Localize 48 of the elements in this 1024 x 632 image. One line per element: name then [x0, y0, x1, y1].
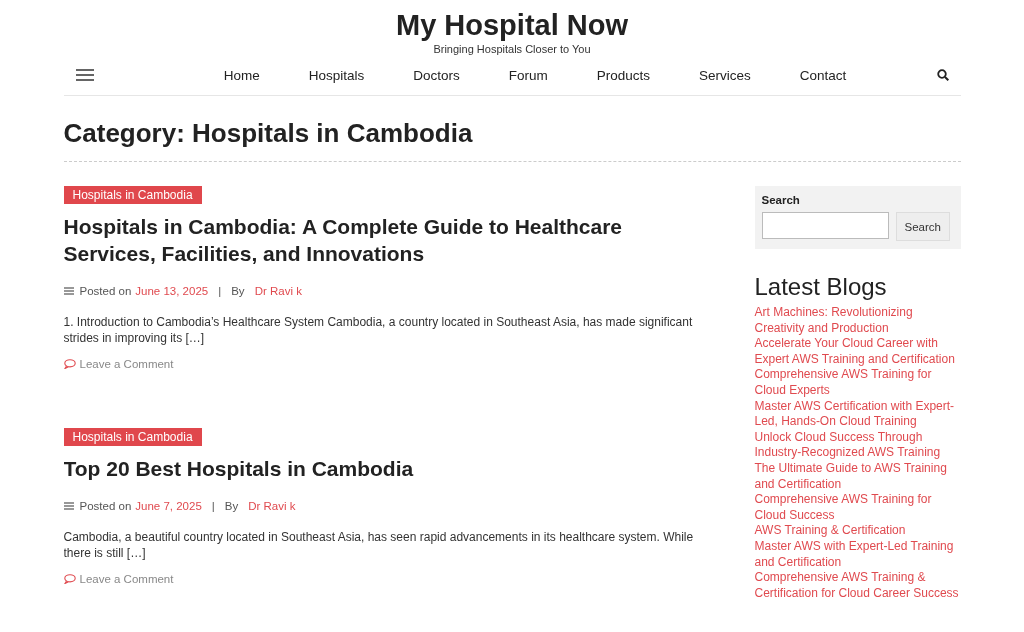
- by-label: By: [231, 285, 245, 297]
- post-excerpt: Cambodia, a beautiful country located in Southeast Asia, has seen rapid advancements in its healthcare system. While there is still […]: [63, 529, 695, 561]
- blog-link[interactable]: Master AWS with Expert-Led Training and Certification: [754, 538, 961, 571]
- blog-link[interactable]: Master AWS Certification with Expert-Led, Hands-On Cloud Training: [754, 398, 961, 430]
- by-label: By: [224, 500, 239, 512]
- blog-link[interactable]: AWS Training & Certification: [754, 523, 961, 539]
- post-title[interactable]: Top 20 Best Hospitals in Cambodia: [63, 455, 664, 482]
- nav-link[interactable]: Services: [674, 67, 776, 83]
- list-icon: [63, 502, 74, 510]
- posted-label: Posted on: [79, 285, 132, 297]
- blog-link[interactable]: Unlock Cloud Success Through Industry-Recognized AWS Training: [754, 429, 961, 461]
- post-date[interactable]: June 13, 2025: [135, 285, 209, 297]
- comment-link[interactable]: Leave a Comment: [63, 358, 724, 370]
- blog-link[interactable]: Comprehensive AWS Training for Cloud Success: [754, 492, 961, 524]
- meta-separator: |: [218, 285, 222, 297]
- speech-bubble-icon: [63, 574, 76, 584]
- blog-link[interactable]: Comprehensive AWS Training for Cloud Experts: [754, 367, 961, 399]
- nav-link[interactable]: Home: [199, 67, 285, 83]
- post-author[interactable]: Dr Ravi k: [254, 285, 302, 297]
- posted-label: Posted on: [79, 500, 132, 512]
- post-excerpt: 1. Introduction to Cambodia’s Healthcare System Cambodia, a country located in Southeast Asia, has made significant strides in improving its […]: [63, 314, 694, 346]
- speech-bubble-icon: [63, 359, 76, 369]
- blog-link[interactable]: Accelerate Your Cloud Career with Expert AWS Training and Certification: [754, 336, 961, 368]
- nav-link[interactable]: Contact: [775, 67, 871, 83]
- search-label: Search: [761, 194, 801, 206]
- category-tag[interactable]: Hospitals in Cambodia: [63, 186, 202, 204]
- nav-link[interactable]: Hospitals: [284, 67, 389, 83]
- page-title: Category: Hospitals in Cambodia: [63, 118, 961, 162]
- list-icon: [63, 287, 74, 295]
- post-author[interactable]: Dr Ravi k: [248, 500, 296, 512]
- category-tag[interactable]: Hospitals in Cambodia: [63, 428, 202, 446]
- post-date[interactable]: June 7, 2025: [135, 500, 202, 512]
- blog-link[interactable]: Comprehensive AWS Training & Certification for Cloud Career Success: [754, 570, 961, 602]
- menu-icon[interactable]: [75, 69, 94, 81]
- nav-link[interactable]: Forum: [484, 67, 573, 83]
- blog-link[interactable]: Art Machines: Revolutionizing Creativity and Production: [754, 305, 961, 337]
- nav-link[interactable]: Doctors: [388, 67, 485, 83]
- nav-link[interactable]: Products: [572, 67, 675, 83]
- post-title[interactable]: Hospitals in Cambodia: A Complete Guide to Healthcare Services, Facilities, and Innovations: [63, 213, 664, 267]
- site-title[interactable]: My Hospital Now: [396, 8, 628, 42]
- search-icon[interactable]: [936, 69, 949, 81]
- site-tagline: Bringing Hospitals Closer to You: [433, 43, 591, 55]
- blog-link[interactable]: The Ultimate Guide to AWS Training and Certification: [754, 460, 961, 493]
- meta-separator: |: [211, 500, 215, 512]
- section-heading: Latest Blogs: [754, 273, 888, 301]
- search-button[interactable]: Search: [895, 212, 950, 241]
- comment-link[interactable]: Leave a Comment: [63, 573, 724, 585]
- search-field[interactable]: [761, 212, 889, 239]
